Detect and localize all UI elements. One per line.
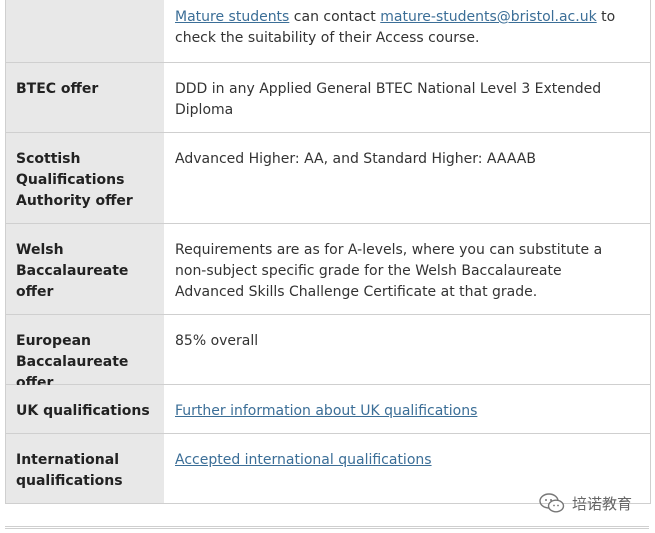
table-row-european: European Baccalaureate offer 85% overall [6, 314, 650, 391]
watermark-text: 培诺教育 [572, 494, 633, 513]
row-value: 85% overall [175, 333, 259, 349]
row-header: Welsh Baccalaureate offer [6, 224, 164, 314]
row-header: UK qualifications [6, 385, 164, 433]
table-row-scottish: Scottish Qualifications Authority offer … [6, 132, 650, 223]
row-value: Advanced Higher: AA, and Standard Higher… [175, 151, 536, 167]
row-value: DDD in any Applied General BTEC National… [175, 81, 602, 118]
row-header: International qualifications [6, 434, 164, 503]
table-row-welsh: Welsh Baccalaureate offer Requirements a… [6, 223, 650, 314]
entry-requirements-table: Mature students can contact mature-stude… [5, 0, 651, 504]
row-header: Scottish Qualifications Authority offer [6, 133, 164, 223]
row-header: European Baccalaureate offer [6, 315, 164, 391]
table-row-btec: BTEC offer DDD in any Applied General BT… [6, 62, 650, 132]
row-value: Further information about UK qualificati… [164, 385, 650, 433]
mature-students-email-link[interactable]: mature-students@bristol.ac.uk [380, 9, 596, 25]
row-header: BTEC offer [6, 63, 164, 132]
row-text: can contact [289, 9, 381, 25]
mature-students-link[interactable]: Mature students [175, 9, 289, 25]
row-value: Requirements are as for A-levels, where … [175, 242, 603, 300]
international-qualifications-link[interactable]: Accepted international qualifications [175, 452, 432, 468]
uk-qualifications-link[interactable]: Further information about UK qualificati… [175, 403, 477, 419]
footer-divider [5, 526, 649, 529]
watermark: 培诺教育 [538, 492, 632, 514]
table-row-access: Mature students can contact mature-stude… [6, 0, 650, 62]
table-row-uk: UK qualifications Further information ab… [6, 384, 650, 433]
row-header [6, 0, 164, 62]
wechat-icon [538, 492, 566, 514]
row-value: Mature students can contact mature-stude… [164, 0, 650, 62]
